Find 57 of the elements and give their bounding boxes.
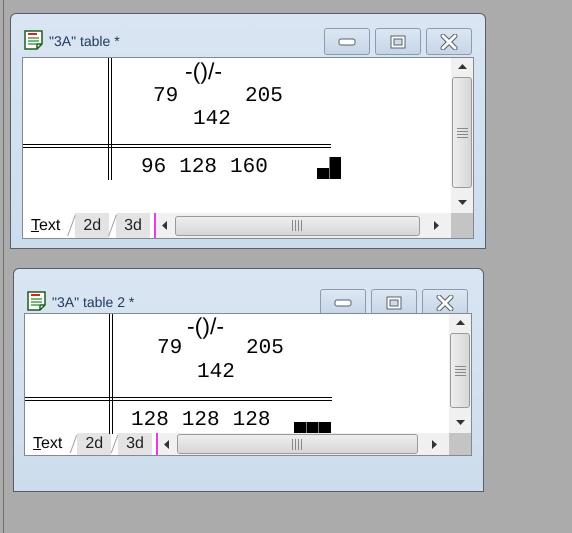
left-arrow-icon[interactable]	[162, 221, 167, 230]
tab[interactable]: 2d	[77, 433, 112, 455]
grip-icon	[291, 438, 304, 450]
window-title: "3A" table 2 *	[52, 295, 134, 309]
tab[interactable]: 3d	[118, 433, 152, 455]
minimize-icon	[334, 298, 352, 306]
vertical-scrollbar[interactable]	[451, 58, 473, 213]
tab[interactable]: 2d	[75, 213, 110, 238]
value-label: 128	[232, 410, 270, 431]
down-arrow-icon[interactable]	[456, 420, 464, 425]
scroll-thumb[interactable]	[174, 216, 420, 236]
value-label: 142	[193, 109, 231, 130]
splitter-handle[interactable]	[156, 433, 158, 455]
document-icon	[23, 29, 45, 51]
value-label: 142	[197, 362, 235, 383]
value-label: 205	[245, 86, 283, 107]
value-label: 128	[182, 410, 220, 431]
up-arrow-icon[interactable]	[458, 64, 466, 69]
down-arrow-icon[interactable]	[458, 200, 466, 205]
horizontal-scrollbar[interactable]	[158, 433, 449, 455]
bar-drawing	[316, 157, 341, 179]
right-arrow-icon[interactable]	[432, 440, 437, 448]
minimize-button[interactable]	[324, 28, 370, 55]
scroll-thumb[interactable]	[452, 77, 472, 188]
left-arrow-icon[interactable]	[164, 440, 169, 448]
bar-drawing	[294, 422, 331, 433]
window-title: "3A" table *	[49, 34, 120, 48]
grip-icon	[454, 364, 466, 376]
close-button[interactable]	[426, 28, 472, 55]
symbol-label: -()/-	[185, 60, 222, 83]
value-label: 160	[230, 157, 268, 178]
close-icon	[440, 34, 458, 50]
value-label: 79	[153, 86, 178, 107]
value-label: 128	[131, 410, 169, 431]
grip-icon	[456, 126, 468, 138]
vertical-scrollbar[interactable]	[449, 314, 471, 433]
scroll-thumb[interactable]	[176, 434, 418, 454]
splitter-handle[interactable]	[154, 213, 156, 238]
minimize-icon	[338, 38, 356, 46]
value-label: 79	[157, 338, 182, 359]
up-arrow-icon[interactable]	[456, 320, 464, 325]
maximize-icon	[386, 296, 402, 310]
close-icon	[436, 294, 454, 310]
grip-icon	[291, 220, 304, 231]
value-label: 96	[141, 157, 166, 178]
scrollbar-corner	[449, 433, 471, 455]
value-label: 205	[246, 338, 284, 359]
symbol-label: -()/-	[187, 315, 224, 338]
horizontal-scrollbar[interactable]	[156, 213, 451, 238]
scrollbar-corner	[451, 213, 473, 238]
scroll-thumb[interactable]	[450, 333, 470, 408]
maximize-icon	[390, 34, 406, 48]
right-arrow-icon[interactable]	[434, 221, 439, 230]
value-label: 128	[179, 157, 218, 178]
maximize-button[interactable]	[375, 28, 421, 55]
tab[interactable]: 3d	[116, 213, 150, 238]
document-icon	[26, 290, 48, 312]
